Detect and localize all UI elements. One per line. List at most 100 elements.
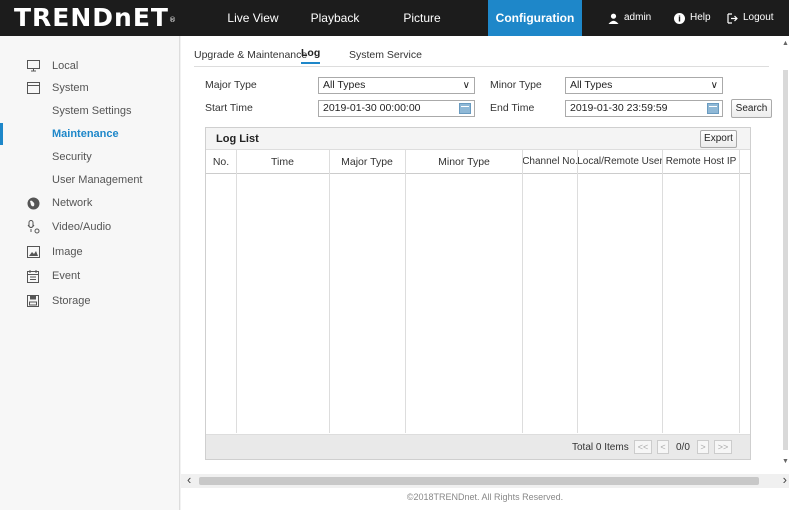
tab-system-service[interactable]: System Service xyxy=(349,49,422,61)
help-label: Help xyxy=(690,12,711,23)
start-time-label: Start Time xyxy=(205,102,253,114)
logout-label: Logout xyxy=(743,12,774,23)
storage-icon xyxy=(26,294,40,308)
sidebar-label: Image xyxy=(52,246,83,258)
sidebar-label: Local xyxy=(52,60,79,72)
vertical-scrollbar-thumb[interactable] xyxy=(783,70,788,450)
sidebar-item-video-audio[interactable]: Video/Audio xyxy=(0,216,180,238)
sidebar-label: Storage xyxy=(52,295,91,307)
help-link[interactable]: i Help xyxy=(674,0,711,36)
sidebar-item-network[interactable]: Network xyxy=(0,192,180,214)
column-header-no: No. xyxy=(212,156,230,168)
sidebar-label: Video/Audio xyxy=(52,221,112,233)
image-icon xyxy=(26,245,40,259)
sidebar-item-local[interactable]: Local xyxy=(0,55,180,77)
tab-divider xyxy=(194,66,769,67)
next-page-button[interactable]: > xyxy=(697,440,709,454)
log-list-panel: Log List Export No. Time Major Type Mino… xyxy=(205,127,751,460)
last-page-button[interactable]: >> xyxy=(714,440,732,454)
log-list-title: Log List xyxy=(216,133,259,145)
major-type-select[interactable]: All Types ∨ xyxy=(318,77,475,94)
column-divider xyxy=(405,150,406,433)
minor-type-select[interactable]: All Types ∨ xyxy=(565,77,723,94)
user-menu[interactable]: admin xyxy=(608,0,651,36)
sidebar-item-system[interactable]: System xyxy=(0,77,180,99)
log-table-header: No. Time Major Type Minor Type Channel N… xyxy=(206,150,750,174)
search-button[interactable]: Search xyxy=(731,99,772,118)
horizontal-scrollbar-thumb[interactable] xyxy=(199,477,759,485)
sidebar-item-storage[interactable]: Storage xyxy=(0,290,180,312)
end-time-input[interactable]: 2019-01-30 23:59:59 xyxy=(565,100,723,117)
column-divider xyxy=(522,150,523,433)
svg-text:i: i xyxy=(678,14,681,23)
scroll-up-arrow-icon[interactable]: ▲ xyxy=(782,40,789,47)
scroll-down-arrow-icon[interactable]: ▼ xyxy=(782,458,789,465)
calendar-icon[interactable] xyxy=(707,103,719,114)
column-divider xyxy=(662,150,663,433)
sidebar-item-security[interactable]: Security xyxy=(0,146,180,168)
user-icon xyxy=(608,13,619,24)
nav-configuration[interactable]: Configuration xyxy=(488,0,582,36)
minor-type-label: Minor Type xyxy=(490,79,542,91)
column-divider xyxy=(329,150,330,433)
sidebar-label: Security xyxy=(52,151,92,163)
major-type-value: All Types xyxy=(323,79,366,91)
logout-link[interactable]: Logout xyxy=(727,0,774,36)
sidebar-label: Network xyxy=(52,197,93,209)
column-divider xyxy=(236,150,237,433)
globe-icon xyxy=(26,196,40,210)
scroll-right-arrow-icon[interactable]: › xyxy=(783,472,787,487)
sidebar-item-image[interactable]: Image xyxy=(0,241,180,263)
event-icon xyxy=(26,269,40,283)
logout-icon xyxy=(727,12,738,24)
end-time-value: 2019-01-30 23:59:59 xyxy=(570,102,668,114)
top-navigation-bar: TRENDnET® Live View Playback Picture Con… xyxy=(0,0,789,36)
major-type-label: Major Type xyxy=(205,79,257,91)
column-header-major-type: Major Type xyxy=(341,156,393,168)
calendar-icon[interactable] xyxy=(459,103,471,114)
trendnet-logo: TRENDnET® xyxy=(14,3,177,32)
sidebar-item-maintenance[interactable]: Maintenance xyxy=(0,123,180,145)
system-icon xyxy=(26,81,40,95)
column-divider xyxy=(739,150,740,433)
sidebar-item-user-management[interactable]: User Management xyxy=(0,169,180,191)
pagination-bar: Total 0 Items << < 0/0 > >> xyxy=(206,434,750,459)
sidebar-item-system-settings[interactable]: System Settings xyxy=(0,100,180,122)
column-header-local-remote-user: Local/Remote User xyxy=(577,156,663,167)
page-indicator: 0/0 xyxy=(676,442,690,453)
start-time-value: 2019-01-30 00:00:00 xyxy=(323,102,421,114)
chevron-down-icon: ∨ xyxy=(710,80,718,91)
sidebar-item-event[interactable]: Event xyxy=(0,265,180,287)
monitor-icon xyxy=(26,59,40,73)
vertical-scrollbar[interactable]: ▲ ▼ xyxy=(782,40,789,470)
horizontal-scrollbar[interactable]: ‹ › xyxy=(181,472,789,488)
sidebar-label: Maintenance xyxy=(52,128,119,140)
log-list-header: Log List Export xyxy=(206,128,750,150)
minor-type-value: All Types xyxy=(570,79,613,91)
scroll-left-arrow-icon[interactable]: ‹ xyxy=(187,472,191,487)
column-header-minor-type: Minor Type xyxy=(438,156,490,168)
column-header-time: Time xyxy=(271,156,294,168)
prev-page-button[interactable]: < xyxy=(657,440,669,454)
sidebar-label: System Settings xyxy=(52,105,132,117)
start-time-input[interactable]: 2019-01-30 00:00:00 xyxy=(318,100,475,117)
column-divider xyxy=(577,150,578,433)
help-icon: i xyxy=(674,12,685,24)
username: admin xyxy=(624,12,652,23)
nav-playback[interactable]: Playback xyxy=(296,0,374,36)
sidebar-label: Event xyxy=(52,270,81,282)
tab-log[interactable]: Log xyxy=(301,47,321,64)
nav-picture[interactable]: Picture xyxy=(386,0,458,36)
sidebar-label: System xyxy=(52,82,89,94)
tab-upgrade-maintenance[interactable]: Upgrade & Maintenance xyxy=(194,49,307,61)
nav-live-view[interactable]: Live View xyxy=(214,0,292,36)
first-page-button[interactable]: << xyxy=(634,440,652,454)
column-header-channel-no: Channel No. xyxy=(522,156,578,167)
end-time-label: End Time xyxy=(490,102,535,114)
export-button[interactable]: Export xyxy=(700,130,737,148)
sidebar-label: User Management xyxy=(52,174,143,186)
total-items: Total 0 Items xyxy=(572,442,629,453)
copyright-text: ©2018TRENDnet. All Rights Reserved. xyxy=(406,492,564,502)
column-header-remote-host-ip: Remote Host IP xyxy=(665,156,737,167)
chevron-down-icon: ∨ xyxy=(462,80,470,91)
